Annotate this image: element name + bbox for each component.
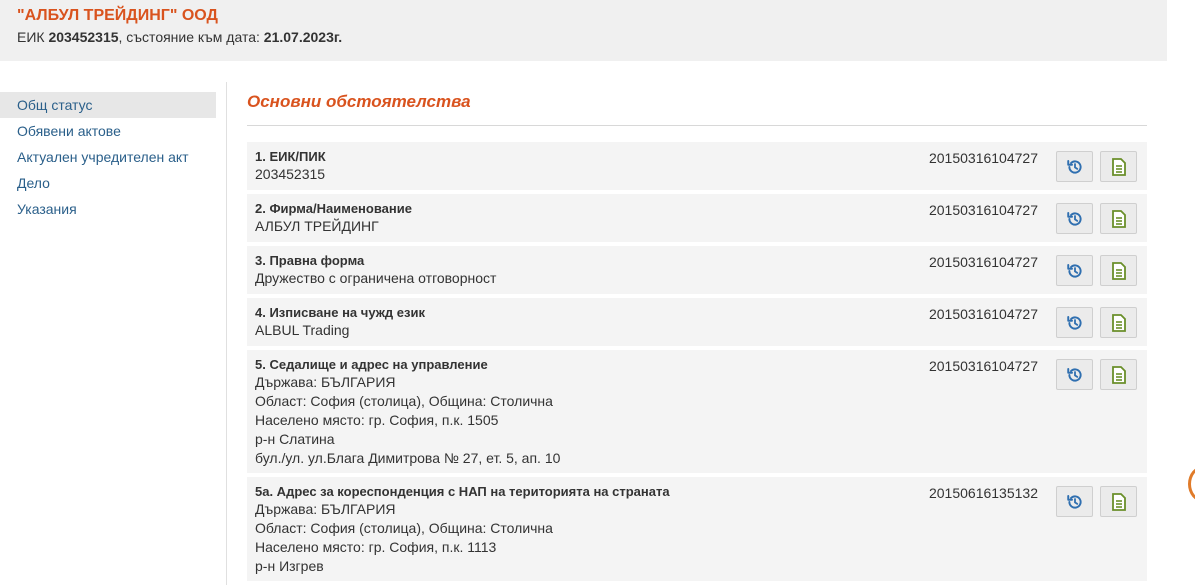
row-entry-date: 20150316104727 bbox=[928, 306, 1038, 322]
history-button[interactable] bbox=[1056, 486, 1093, 517]
document-button[interactable] bbox=[1100, 307, 1137, 338]
history-button[interactable] bbox=[1056, 255, 1093, 286]
vertical-divider bbox=[226, 82, 227, 585]
company-header: "АЛБУЛ ТРЕЙДИНГ" ООД ЕИК 203452315, съст… bbox=[0, 0, 1167, 61]
history-icon bbox=[1066, 210, 1084, 228]
document-button[interactable] bbox=[1100, 255, 1137, 286]
document-icon bbox=[1111, 365, 1126, 384]
sidebar-item-founding-act[interactable]: Актуален учредителен акт bbox=[0, 144, 216, 170]
circumstances-list: 1. ЕИК/ПИК 203452315 20150316104727 2. Фирм… bbox=[247, 142, 1147, 581]
document-icon bbox=[1111, 261, 1126, 280]
row-entry-date: 20150316104727 bbox=[928, 202, 1038, 218]
circumstance-row: 1. ЕИК/ПИК 203452315 20150316104727 bbox=[247, 142, 1147, 190]
document-icon bbox=[1111, 492, 1126, 511]
row-value-line: р-н Слатина bbox=[255, 431, 335, 447]
history-icon bbox=[1066, 158, 1084, 176]
history-icon bbox=[1066, 314, 1084, 332]
sidebar: Общ статус Обявени актове Актуален учред… bbox=[0, 92, 216, 222]
state-date: 21.07.2023г. bbox=[263, 29, 343, 45]
history-button[interactable] bbox=[1056, 307, 1093, 338]
sidebar-item-general-status[interactable]: Общ статус bbox=[0, 92, 216, 118]
row-entry-date: 20150316104727 bbox=[928, 254, 1038, 270]
sidebar-item-announced-acts[interactable]: Обявени актове bbox=[0, 118, 216, 144]
circumstance-row: 3. Правна форма Дружество с ограничена от… bbox=[247, 246, 1147, 294]
row-entry-date: 20150316104727 bbox=[928, 358, 1038, 374]
row-value-line: Държава: БЪЛГАРИЯ bbox=[255, 501, 396, 517]
row-value-line: Дружество с ограничена отговорност bbox=[255, 270, 497, 286]
sidebar-item-instructions[interactable]: Указания bbox=[0, 196, 216, 222]
history-icon bbox=[1066, 493, 1084, 511]
row-value-line: Област: София (столица), Община: Столичн… bbox=[255, 520, 553, 536]
document-button[interactable] bbox=[1100, 203, 1137, 234]
row-entry-date: 20150616135132 bbox=[928, 485, 1038, 501]
row-entry-date: 20150316104727 bbox=[928, 150, 1038, 166]
history-icon bbox=[1066, 262, 1084, 280]
row-value-line: Държава: БЪЛГАРИЯ bbox=[255, 374, 396, 390]
circumstance-row: 4. Изписване на чужд език ALBUL Trading 20… bbox=[247, 298, 1147, 346]
document-button[interactable] bbox=[1100, 151, 1137, 182]
row-value-line: 203452315 bbox=[255, 166, 326, 182]
row-value-line: бул./ул. ул.Блага Димитрова № 27, ет. 5,… bbox=[255, 450, 561, 466]
eik-value: 203452315 bbox=[48, 29, 119, 45]
floating-button-edge[interactable] bbox=[1188, 466, 1195, 502]
history-button[interactable] bbox=[1056, 151, 1093, 182]
document-button[interactable] bbox=[1100, 486, 1137, 517]
circumstance-row: 2. Фирма/Наименование АЛБУЛ ТРЕЙДИНГ 20150… bbox=[247, 194, 1147, 242]
row-value-line: Област: София (столица), Община: Столичн… bbox=[255, 393, 553, 409]
eik-label: ЕИК bbox=[17, 29, 49, 45]
history-icon bbox=[1066, 366, 1084, 384]
history-button[interactable] bbox=[1056, 359, 1093, 390]
company-name: "АЛБУЛ ТРЕЙДИНГ" ООД bbox=[17, 7, 218, 24]
document-icon bbox=[1111, 313, 1126, 332]
history-button[interactable] bbox=[1056, 203, 1093, 234]
row-value-line: ALBUL Trading bbox=[255, 322, 350, 338]
circumstance-row: 5. Седалище и адрес на управление Държава… bbox=[247, 350, 1147, 473]
circumstance-row: 5а. Адрес за кореспонденция с НАП на тер… bbox=[247, 477, 1147, 581]
row-value-line: Населено място: гр. София, п.к. 1505 bbox=[255, 412, 499, 428]
company-subtitle: ЕИК 203452315, състояние към дата: 21.07… bbox=[17, 29, 1167, 45]
document-icon bbox=[1111, 209, 1126, 228]
state-label: , състояние към дата: bbox=[118, 29, 264, 45]
main-content: Основни обстоятелства 1. ЕИК/ПИК 20345231… bbox=[247, 90, 1147, 585]
document-icon bbox=[1111, 157, 1126, 176]
row-value-line: Населено място: гр. София, п.к. 1113 bbox=[255, 539, 497, 555]
document-button[interactable] bbox=[1100, 359, 1137, 390]
row-value-line: АЛБУЛ ТРЕЙДИНГ bbox=[255, 218, 379, 234]
sidebar-item-case[interactable]: Дело bbox=[0, 170, 216, 196]
row-value-line: р-н Изгрев bbox=[255, 558, 324, 574]
section-title: Основни обстоятелства bbox=[247, 90, 1147, 126]
